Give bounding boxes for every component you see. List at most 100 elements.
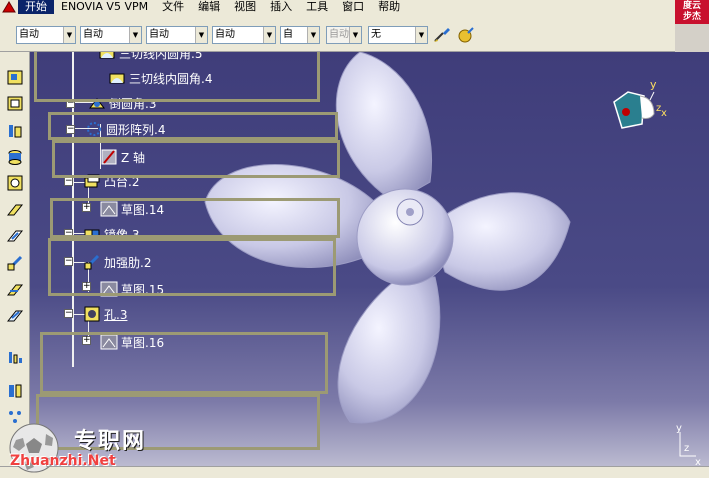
shaft-tool-icon[interactable] [4, 120, 26, 142]
transparency-combo-value: 自动 [83, 29, 103, 40]
pad-icon [83, 173, 101, 189]
tree-item-mirror-3[interactable]: 镜像.3 [83, 225, 139, 243]
tree-item-pad-2[interactable]: 凸台.2 [83, 172, 139, 190]
tree-item-circular-pattern-4[interactable]: 圆形阵列.4 [85, 120, 165, 138]
3d-viewport[interactable]: 三切线内圆角.5 三切线内圆角.4 − 倒圆角.3 − 圆形阵列.4 Z 轴 −… [30, 52, 709, 478]
slot-tool-icon[interactable] [4, 224, 26, 246]
tritangent-fillet-icon [108, 70, 126, 86]
material-sphere-icon[interactable] [456, 26, 476, 44]
tree-item-label: 镜像.3 [104, 227, 140, 242]
collapse-toggle[interactable]: − [64, 177, 73, 186]
menu-edit[interactable]: 编辑 [191, 0, 227, 14]
pad-tool-icon[interactable] [4, 66, 26, 88]
rib-tool-icon[interactable] [4, 198, 26, 220]
color-combo-value: 自动 [19, 29, 39, 40]
tree-item-tritangent-fillet-5[interactable]: 三切线内圆角.5 [98, 52, 202, 62]
stiffener-tool-icon[interactable] [4, 252, 26, 274]
menu-insert[interactable]: 插入 [263, 0, 299, 14]
tree-item-label: 三切线内圆角.5 [119, 52, 203, 61]
axis-triad-icon: y z x [676, 423, 701, 467]
chevron-down-icon[interactable]: ▼ [195, 27, 207, 43]
axis-icon [100, 149, 118, 165]
menu-window[interactable]: 窗口 [335, 0, 371, 14]
remove-section-tool-icon[interactable] [4, 304, 26, 326]
watermark-url: Zhuanzhi.Net [10, 453, 116, 469]
tree-item-hole-3[interactable]: 孔.3 [83, 305, 127, 323]
tree-item-label: 孔.3 [104, 307, 128, 322]
tree-item-label: 草图.16 [121, 335, 165, 350]
expand-toggle[interactable]: + [82, 336, 91, 345]
chevron-down-icon[interactable]: ▼ [63, 27, 75, 43]
watermark-title: 专职网 [74, 428, 147, 454]
collapse-toggle[interactable]: − [66, 125, 75, 134]
menu-file[interactable]: 文件 [155, 0, 191, 14]
collapse-toggle[interactable]: − [64, 229, 73, 238]
mirror-icon [83, 226, 101, 242]
expand-toggle[interactable]: + [82, 282, 91, 291]
sketch-icon [100, 281, 118, 297]
menu-help[interactable]: 帮助 [371, 0, 407, 14]
specification-tree: 三切线内圆角.5 三切线内圆角.4 − 倒圆角.3 − 圆形阵列.4 Z 轴 −… [30, 52, 360, 472]
line-thickness-combo-value: 自动 [149, 29, 169, 40]
tree-item-sketch-16[interactable]: 草图.16 [100, 333, 164, 351]
tree-item-label: 三切线内圆角.4 [129, 71, 213, 86]
chevron-down-icon[interactable]: ▼ [307, 27, 319, 43]
color-combo[interactable]: 自动 ▼ [16, 26, 76, 44]
collapse-toggle[interactable]: − [66, 99, 75, 108]
menu-view[interactable]: 视图 [227, 0, 263, 14]
compass-y-label: y [650, 78, 657, 91]
sketch-icon [100, 201, 118, 217]
tree-item-label: 凸台.2 [104, 174, 140, 189]
layer-combo-value: 无 [371, 29, 381, 40]
tree-item-tritangent-fillet-4[interactable]: 三切线内圆角.4 [108, 69, 212, 87]
rib-icon [83, 254, 101, 270]
properties-toolbar: 自动 ▼ 自动 ▼ 自动 ▼ 自动 ▼ 自 ▼ 自动 ▼ 无 ▼ [0, 14, 675, 52]
chevron-down-icon[interactable]: ▼ [129, 27, 141, 43]
menu-tools[interactable]: 工具 [299, 0, 335, 14]
line-thickness-combo[interactable]: 自动 ▼ [146, 26, 208, 44]
collapse-toggle[interactable]: − [64, 257, 73, 266]
paintbrush-icon[interactable] [432, 26, 452, 44]
menu-enovia[interactable]: ENOVIA V5 VPM [54, 0, 155, 14]
circular-pattern-icon [85, 121, 103, 137]
groove-tool-icon[interactable] [4, 146, 26, 168]
split-tool-icon[interactable] [4, 380, 26, 402]
mini-axis-z-label: z [684, 443, 689, 454]
catia-logo-icon[interactable] [0, 0, 18, 14]
tree-item-sketch-15[interactable]: 草图.15 [100, 280, 164, 298]
tree-item-label: 圆形阵列.4 [106, 122, 166, 137]
collapse-toggle[interactable]: − [64, 309, 73, 318]
chevron-down-icon[interactable]: ▼ [263, 27, 275, 43]
render-style-combo-value: 自动 [329, 29, 349, 40]
tree-item-z-axis[interactable]: Z 轴 [100, 148, 145, 166]
hole-icon [83, 306, 101, 322]
transparency-combo[interactable]: 自动 ▼ [80, 26, 142, 44]
tree-item-label: 草图.14 [121, 202, 165, 217]
pocket-tool-icon[interactable] [4, 92, 26, 114]
hole-tool-icon[interactable] [4, 172, 26, 194]
measure-tool-icon[interactable] [4, 346, 26, 368]
render-style-combo: 自动 ▼ [326, 26, 362, 44]
chevron-down-icon[interactable]: ▼ [415, 27, 427, 43]
multi-section-tool-icon[interactable] [4, 278, 26, 300]
tree-item-sketch-14[interactable]: 草图.14 [100, 200, 164, 218]
compass-icon[interactable]: y z x [610, 78, 670, 138]
menu-start[interactable]: 开始 [18, 0, 54, 14]
tree-item-edge-fillet-3[interactable]: 倒圆角.3 [88, 94, 156, 112]
mini-axis-y-label: y [676, 423, 682, 434]
tree-item-rib-2[interactable]: 加强肋.2 [83, 253, 151, 271]
tree-item-label: 倒圆角.3 [109, 96, 157, 111]
site-watermark: 专职网 Zhuanzhi.Net [6, 420, 186, 475]
tree-item-label: 加强肋.2 [104, 255, 152, 270]
part-design-toolbar [0, 52, 30, 478]
tritangent-fillet-icon [98, 52, 116, 61]
layer-combo[interactable]: 无 ▼ [368, 26, 428, 44]
tree-item-label: Z 轴 [121, 150, 146, 165]
tree-item-label: 草图.15 [121, 282, 165, 297]
brand-seal-line2: 步杰 [682, 12, 701, 22]
line-type-combo[interactable]: 自动 ▼ [212, 26, 276, 44]
sketch-icon [100, 334, 118, 350]
chevron-down-icon: ▼ [349, 27, 361, 43]
point-symbol-combo[interactable]: 自 ▼ [280, 26, 320, 44]
expand-toggle[interactable]: + [82, 203, 91, 212]
